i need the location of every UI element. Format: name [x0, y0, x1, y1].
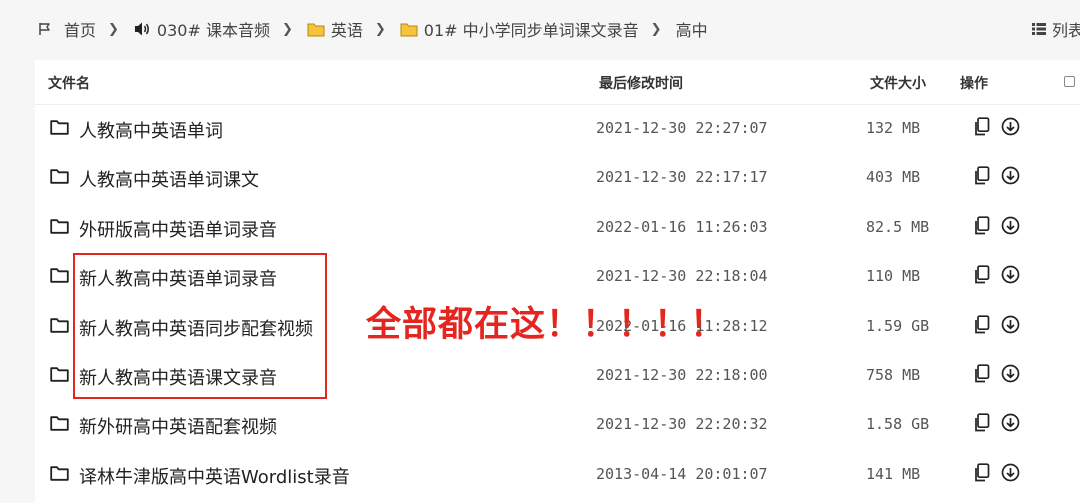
download-icon [1001, 117, 1020, 136]
breadcrumb-item-english[interactable]: 英语 [307, 17, 363, 41]
breadcrumb-item-audio[interactable]: 030# 课本音频 [133, 17, 270, 41]
folder-icon [307, 23, 325, 36]
file-size: 132 MB [866, 119, 921, 137]
copy-link-button[interactable] [973, 463, 991, 487]
modified-time: 2021-12-30 22:18:00 [596, 366, 768, 384]
breadcrumb-item-label: 030# 课本音频 [156, 21, 270, 40]
table-row[interactable]: 新外研高中英语配套视频 2021-12-30 22:20:32 1.58 GB [35, 400, 1080, 449]
file-name[interactable]: 译林牛津版高中英语Wordlist录音 [79, 463, 350, 489]
header-actions: 操作 [960, 76, 988, 92]
folder-icon [50, 169, 69, 185]
download-button[interactable] [1001, 265, 1020, 288]
folder-icon [50, 120, 69, 135]
file-name[interactable]: 外研版高中英语单词录音 [79, 216, 277, 242]
breadcrumb-item-label: 英语 [330, 21, 363, 40]
breadcrumb-home-label: 首页 [64, 21, 97, 40]
copy-icon [975, 166, 990, 185]
file-name[interactable]: 人教高中英语单词 [79, 117, 223, 143]
table-row[interactable]: 外研版高中英语单词录音 2022-01-16 11:26:03 82.5 MB [35, 203, 1080, 252]
download-button[interactable] [1001, 166, 1020, 189]
copy-link-button[interactable] [973, 364, 991, 388]
folder-icon [50, 416, 69, 432]
chevron-right-icon: ❯ [650, 21, 662, 37]
list-icon [1032, 23, 1046, 35]
download-button[interactable] [1001, 216, 1020, 239]
copy-icon [975, 463, 990, 482]
chevron-right-icon: ❯ [281, 21, 293, 37]
list-view-label: 列表 [1052, 21, 1080, 40]
download-button[interactable] [1001, 413, 1020, 436]
breadcrumb: 首页 ❯ 030# 课本音频 ❯ 英语 ❯ 01# 中小学同步单词课文录音 ❯ … [38, 14, 1080, 44]
download-icon [1001, 364, 1020, 383]
modified-time: 2022-01-16 11:26:03 [596, 217, 768, 236]
copy-icon [975, 364, 990, 383]
modified-time: 2021-12-30 22:27:07 [596, 119, 768, 137]
breadcrumb-home[interactable]: 首页 [38, 17, 96, 41]
folder-icon [50, 367, 69, 382]
header-name[interactable]: 文件名 [48, 73, 90, 93]
copy-link-button[interactable] [973, 166, 991, 190]
modified-time: 2013-04-14 20:01:07 [596, 464, 768, 483]
highlight-box [73, 253, 327, 399]
download-button[interactable] [1001, 364, 1020, 387]
download-icon [1001, 167, 1020, 185]
file-size: 82.5 MB [866, 217, 930, 236]
speaker-icon [134, 22, 149, 36]
copy-link-button[interactable] [973, 117, 991, 141]
breadcrumb-item-label: 01# 中小学同步单词课文录音 [423, 21, 639, 40]
folder-icon [50, 317, 69, 333]
annotation-text: 全部都在这！！！！！ [366, 305, 727, 345]
file-name[interactable]: 人教高中英语单词课文 [79, 166, 259, 192]
copy-link-button[interactable] [973, 216, 991, 240]
download-button[interactable] [1001, 463, 1020, 486]
header-size[interactable]: 文件大小 [870, 73, 926, 93]
copy-link-button[interactable] [973, 413, 991, 437]
file-size: 1.58 GB [866, 415, 930, 434]
copy-icon [975, 413, 990, 432]
folder-icon [50, 268, 69, 283]
chevron-right-icon: ❯ [374, 21, 386, 37]
folder-icon [400, 23, 418, 36]
copy-icon [975, 216, 990, 235]
list-view-toggle[interactable]: 列表 [1032, 14, 1080, 44]
file-name[interactable]: 新外研高中英语配套视频 [79, 413, 277, 439]
copy-icon [975, 117, 990, 136]
breadcrumb-item-label: 高中 [675, 21, 708, 40]
download-icon [1001, 414, 1020, 432]
folder-icon [50, 466, 69, 481]
flag-icon [39, 23, 50, 35]
download-icon [1001, 265, 1020, 284]
download-button[interactable] [1001, 117, 1020, 140]
modified-time: 2021-12-30 22:20:32 [596, 415, 768, 434]
copy-icon [975, 314, 990, 333]
modified-time: 2021-12-30 22:17:17 [596, 168, 768, 187]
table-row[interactable]: 人教高中英语单词课文 2021-12-30 22:17:17 403 MB [35, 153, 1080, 202]
modified-time: 2021-12-30 22:18:04 [596, 267, 768, 286]
table-row[interactable]: 人教高中英语单词 2021-12-30 22:27:07 132 MB [35, 104, 1080, 153]
file-size: 1.59 GB [866, 316, 930, 335]
table-header: 文件名 最后修改时间 文件大小 操作 [35, 60, 1080, 105]
file-size: 110 MB [866, 267, 921, 286]
breadcrumb-item-current: 高中 [676, 17, 708, 41]
file-size: 403 MB [866, 168, 921, 187]
download-icon [1001, 216, 1020, 235]
download-button[interactable] [1001, 315, 1020, 338]
chevron-right-icon: ❯ [108, 21, 119, 37]
file-size: 141 MB [866, 464, 921, 483]
select-all-checkbox[interactable] [1064, 76, 1075, 87]
header-modified[interactable]: 最后修改时间 [599, 73, 683, 93]
download-icon [1001, 315, 1020, 333]
download-icon [1001, 463, 1020, 482]
copy-link-button[interactable] [973, 265, 991, 289]
copy-icon [975, 265, 990, 284]
table-row[interactable]: 译林牛津版高中英语Wordlist录音 2013-04-14 20:01:07 14… [35, 450, 1080, 499]
folder-icon [50, 219, 69, 234]
file-size: 758 MB [866, 366, 921, 384]
breadcrumb-item-sync[interactable]: 01# 中小学同步单词课文录音 [400, 17, 639, 41]
copy-link-button[interactable] [973, 314, 991, 339]
